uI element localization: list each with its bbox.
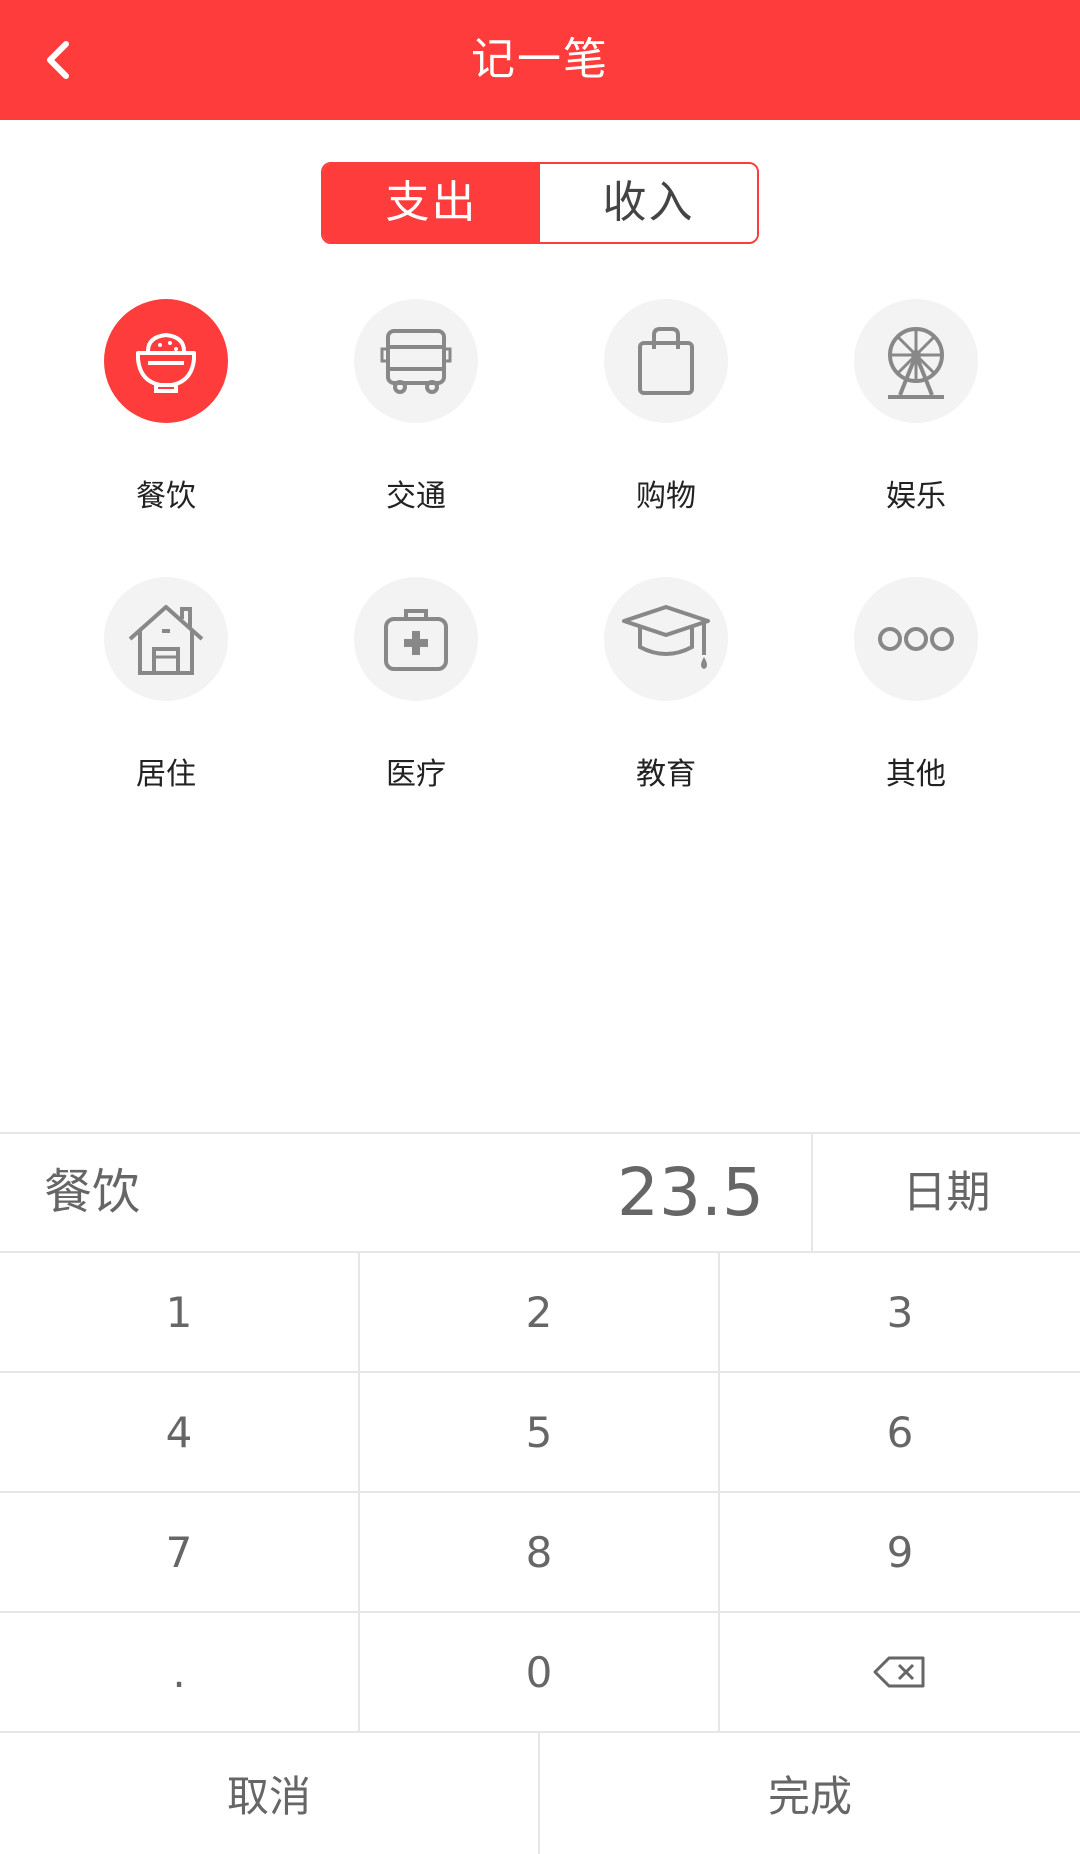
selected-category-label: 餐饮: [44, 1164, 141, 1220]
key-backspace[interactable]: [720, 1613, 1080, 1733]
key-9[interactable]: 9: [720, 1493, 1080, 1613]
category-label: 餐饮: [136, 479, 196, 514]
category-transport[interactable]: 交通: [291, 299, 541, 515]
category-icon-circle: [854, 299, 978, 423]
tab-income[interactable]: 收入: [540, 164, 757, 242]
medical-kit-icon: [384, 609, 448, 671]
category-label: 娱乐: [886, 479, 946, 514]
category-label: 交通: [386, 479, 446, 514]
category-other[interactable]: 其他: [791, 577, 1041, 793]
rice-bowl-icon: [136, 332, 196, 393]
category-icon-circle: [104, 299, 228, 423]
amount-display: 23.5: [617, 1154, 764, 1231]
category-icon-circle: [854, 577, 978, 701]
category-medical[interactable]: 医疗: [291, 577, 541, 793]
page-title: 记一笔: [471, 34, 609, 85]
house-icon: [128, 605, 204, 675]
category-label: 居住: [136, 757, 196, 792]
date-button[interactable]: 日期: [811, 1134, 1080, 1251]
category-label: 医疗: [386, 757, 446, 792]
key-7[interactable]: 7: [0, 1493, 360, 1613]
type-tabs: 支出 收入: [321, 162, 759, 244]
graduation-cap-icon: [622, 605, 710, 669]
key-dot[interactable]: .: [0, 1613, 360, 1733]
key-1[interactable]: 1: [0, 1253, 360, 1373]
category-label: 教育: [636, 757, 696, 792]
ferris-wheel-icon: [888, 327, 944, 399]
key-2[interactable]: 2: [360, 1253, 720, 1373]
amount-row: 餐饮 23.5 日期: [0, 1132, 1080, 1253]
shopping-bag-icon: [638, 327, 694, 395]
category-shopping[interactable]: 购物: [541, 299, 791, 515]
app-header: 记一笔: [0, 0, 1080, 120]
category-dining[interactable]: 餐饮: [41, 299, 291, 515]
key-8[interactable]: 8: [360, 1493, 720, 1613]
bus-icon: [380, 329, 452, 394]
more-dots-icon: [878, 627, 954, 651]
category-icon-circle: [354, 299, 478, 423]
done-button[interactable]: 完成: [540, 1733, 1080, 1854]
cancel-button[interactable]: 取消: [0, 1733, 540, 1854]
key-5[interactable]: 5: [360, 1373, 720, 1493]
category-education[interactable]: 教育: [541, 577, 791, 793]
key-0[interactable]: 0: [360, 1613, 720, 1733]
category-label: 其他: [886, 757, 946, 792]
category-icon-circle: [604, 577, 728, 701]
category-housing[interactable]: 居住: [41, 577, 291, 793]
key-3[interactable]: 3: [720, 1253, 1080, 1373]
tab-expense[interactable]: 支出: [323, 164, 540, 242]
key-6[interactable]: 6: [720, 1373, 1080, 1493]
category-icon-circle: [104, 577, 228, 701]
category-icon-circle: [354, 577, 478, 701]
key-4[interactable]: 4: [0, 1373, 360, 1493]
backspace-icon: [873, 1656, 925, 1688]
category-entertainment[interactable]: 娱乐: [791, 299, 1041, 515]
category-label: 购物: [636, 479, 696, 514]
category-icon-circle: [604, 299, 728, 423]
